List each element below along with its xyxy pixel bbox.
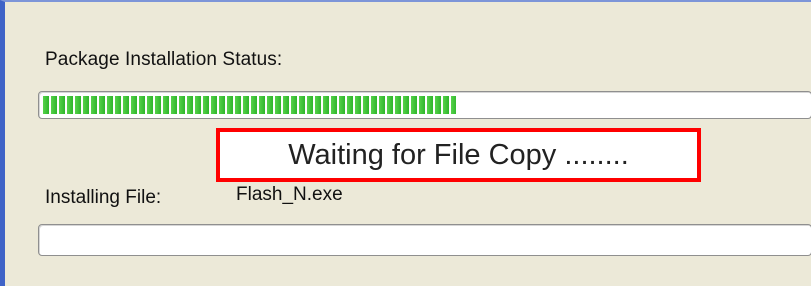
package-progress-fill [43,96,456,114]
package-progress-bar [38,91,811,119]
waiting-message: Waiting for File Copy ........ [288,138,629,171]
waiting-message-box: Waiting for File Copy ........ [216,128,701,182]
installing-file-name: Flash_N.exe [236,184,343,205]
package-installation-status-label: Package Installation Status: [45,49,283,70]
installer-window: Package Installation Status: Waiting for… [0,0,811,286]
file-progress-bar [38,224,811,256]
installing-file-label: Installing File: [45,187,162,208]
